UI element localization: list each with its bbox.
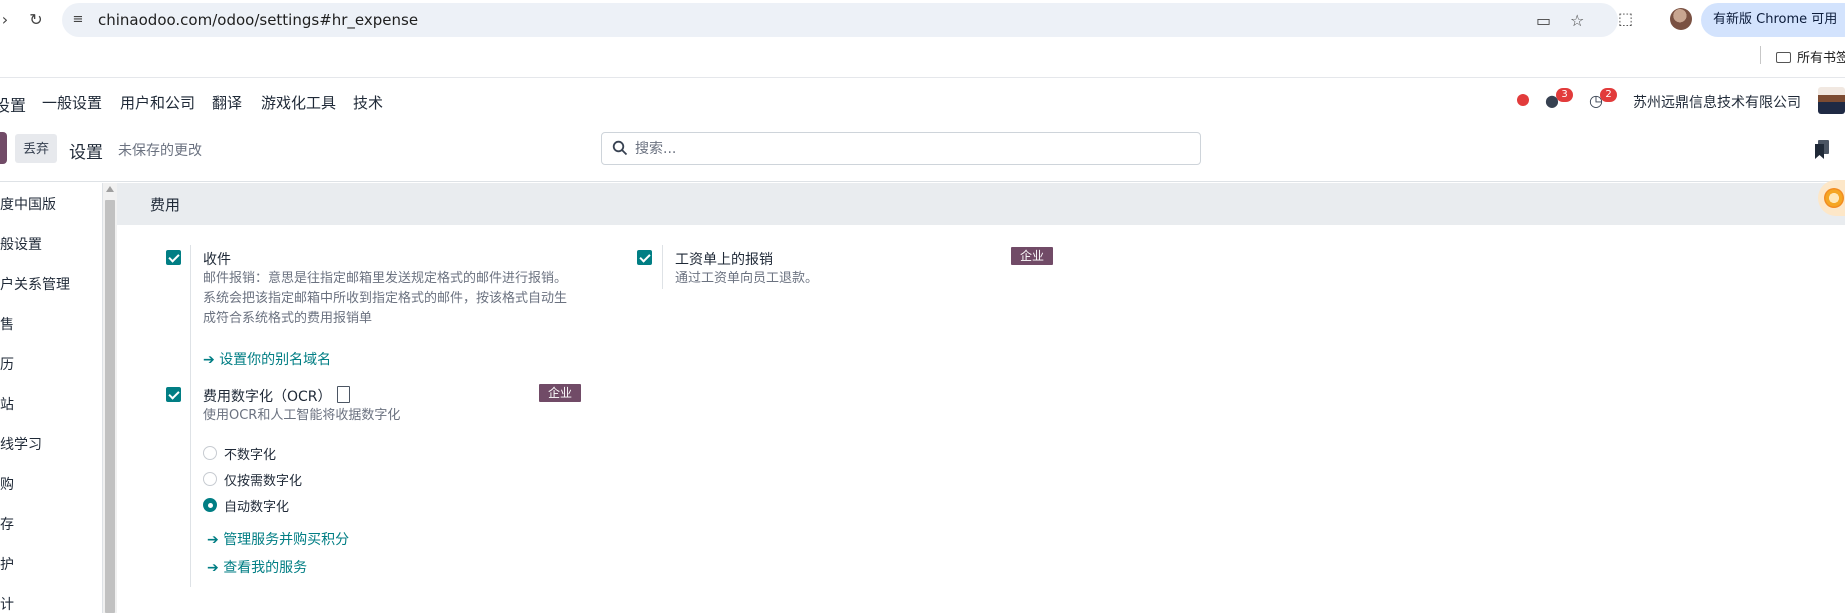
menu-general-settings[interactable]: 一般设置 xyxy=(42,92,102,113)
building-icon xyxy=(337,386,350,403)
incoming-emails-checkbox[interactable] xyxy=(166,250,181,265)
enterprise-badge: 企业 xyxy=(1011,247,1054,265)
discard-button[interactable]: 丢弃 xyxy=(15,134,57,163)
sidebar-item-purchase[interactable]: 采购 xyxy=(0,474,14,494)
enterprise-badge: 企业 xyxy=(539,384,582,402)
browser-chrome: › ↻ ≡ chinaodoo.com/odoo/settings#hr_exp… xyxy=(0,0,1845,78)
status-dot-icon[interactable] xyxy=(1517,94,1529,106)
sidebar-item-elearning[interactable]: 在线学习 xyxy=(0,434,42,454)
reload-icon[interactable]: ↻ xyxy=(25,9,47,31)
search-input[interactable] xyxy=(635,138,1185,160)
incoming-emails-desc: 邮件报销：意思是往指定邮箱里发送规定格式的邮件进行报销。 系统会把该指定邮箱中所… xyxy=(203,269,603,329)
incoming-emails-desc-line: 邮件报销：意思是往指定邮箱里发送规定格式的邮件进行报销。 xyxy=(203,271,568,286)
setting-divider xyxy=(190,245,191,587)
sidebar-item-maintenance[interactable]: 维护 xyxy=(0,554,14,574)
sidebar-item-accounting[interactable]: 会计 xyxy=(0,594,14,614)
sidebar-item-general[interactable]: 一般设置 xyxy=(0,234,42,254)
address-bar[interactable]: ≡ chinaodoo.com/odoo/settings#hr_expense… xyxy=(62,3,1618,37)
profile-avatar[interactable] xyxy=(1670,8,1692,30)
bookmarks-separator xyxy=(1760,46,1761,64)
view-services-label: 查看我的服务 xyxy=(223,560,308,576)
ocr-option-label[interactable]: 自动数字化 xyxy=(224,496,289,515)
payslip-checkbox[interactable] xyxy=(637,250,652,265)
scroll-up-icon[interactable] xyxy=(106,186,114,192)
manage-service-label: 管理服务并购买积分 xyxy=(223,532,350,548)
folder-icon xyxy=(1776,52,1791,63)
sidebar-item-sales[interactable]: 销售 xyxy=(0,314,14,334)
messages-badge: 3 xyxy=(1556,88,1573,102)
section-title: 费用 xyxy=(150,196,181,214)
bookmark-star-icon[interactable]: ☆ xyxy=(1570,11,1584,30)
ocr-option-radio-selected[interactable] xyxy=(203,498,217,512)
app-name[interactable]: 设置 xyxy=(0,92,26,116)
all-bookmarks-button[interactable]: 所有书签 xyxy=(1776,47,1845,66)
menu-technical[interactable]: 技术 xyxy=(353,92,383,113)
scroll-thumb[interactable] xyxy=(105,200,115,613)
settings-app-sidebar: 速度中国版 一般设置 客户关系管理 销售 日历 网站 在线学习 采购 库存 维护… xyxy=(0,183,103,613)
user-avatar[interactable] xyxy=(1818,87,1845,114)
save-button[interactable] xyxy=(0,132,7,164)
incoming-emails-desc-line: 成符合系统格式的费用报销单 xyxy=(203,311,373,326)
search-icon xyxy=(612,140,628,156)
menu-gamification[interactable]: 游戏化工具 xyxy=(261,92,336,113)
sidebar-item-website[interactable]: 网站 xyxy=(0,394,14,414)
sidebar-item-inventory[interactable]: 库存 xyxy=(0,514,14,534)
activities-badge: 2 xyxy=(1600,88,1617,102)
incoming-emails-title: 收件 xyxy=(203,252,231,268)
manage-service-link[interactable]: ➔ 管理服务并购买积分 xyxy=(207,529,349,549)
url-text[interactable]: chinaodoo.com/odoo/settings#hr_expense xyxy=(98,11,418,29)
company-switcher[interactable]: 苏州远鼎信息技术有限公司 xyxy=(1633,92,1801,112)
sidebar-scrollbar[interactable] xyxy=(103,183,117,613)
ocr-option-label[interactable]: 不数字化 xyxy=(224,444,276,463)
menu-users-companies[interactable]: 用户和公司 xyxy=(120,92,195,113)
unsaved-changes-label: 未保存的更改 xyxy=(118,143,202,159)
all-bookmarks-label: 所有书签 xyxy=(1797,51,1845,66)
sidebar-item-china[interactable]: 速度中国版 xyxy=(0,194,56,214)
payslip-title: 工资单上的报销 xyxy=(675,252,773,268)
breadcrumb-title: 设置 xyxy=(69,143,103,163)
payslip-desc: 通过工资单向员工退款。 xyxy=(675,271,819,286)
install-app-icon[interactable]: ▭ xyxy=(1536,11,1551,30)
odoo-navbar: 设置 一般设置 用户和公司 翻译 游戏化工具 技术 xyxy=(0,79,1845,125)
alias-domain-label: 设置你的别名域名 xyxy=(219,352,332,368)
forward-icon[interactable]: › xyxy=(0,9,16,31)
sidebar-item-crm[interactable]: 客户关系管理 xyxy=(0,274,70,294)
menu-translations[interactable]: 翻译 xyxy=(212,92,242,113)
bookmark-icon[interactable] xyxy=(1815,140,1830,159)
alias-domain-link[interactable]: ➔ 设置你的别名域名 xyxy=(203,349,331,369)
ocr-checkbox[interactable] xyxy=(166,387,181,402)
ocr-option-label[interactable]: 仅按需数字化 xyxy=(224,470,302,489)
ocr-desc: 使用OCR和人工智能将收据数字化 xyxy=(203,408,401,423)
incoming-emails-desc-line: 系统会把该指定邮箱中所收到指定格式的邮件，按该格式自动生 xyxy=(203,291,568,306)
chrome-update-button[interactable]: 有新版 Chrome 可用 ⋮ xyxy=(1701,3,1845,37)
setting-divider xyxy=(662,245,663,289)
chrome-update-label: 有新版 Chrome 可用 xyxy=(1713,12,1838,27)
sidebar-item-calendar[interactable]: 日历 xyxy=(0,354,14,374)
view-services-link[interactable]: ➔ 查看我的服务 xyxy=(207,557,307,577)
ocr-option-radio[interactable] xyxy=(203,446,217,460)
section-header: 费用 xyxy=(117,183,1845,225)
ocr-option-radio[interactable] xyxy=(203,472,217,486)
site-info-icon[interactable]: ≡ xyxy=(70,12,86,28)
ocr-title: 费用数字化（OCR） xyxy=(203,389,332,405)
extensions-icon[interactable]: ⬚ xyxy=(1618,9,1633,28)
search-bar[interactable] xyxy=(601,132,1201,165)
